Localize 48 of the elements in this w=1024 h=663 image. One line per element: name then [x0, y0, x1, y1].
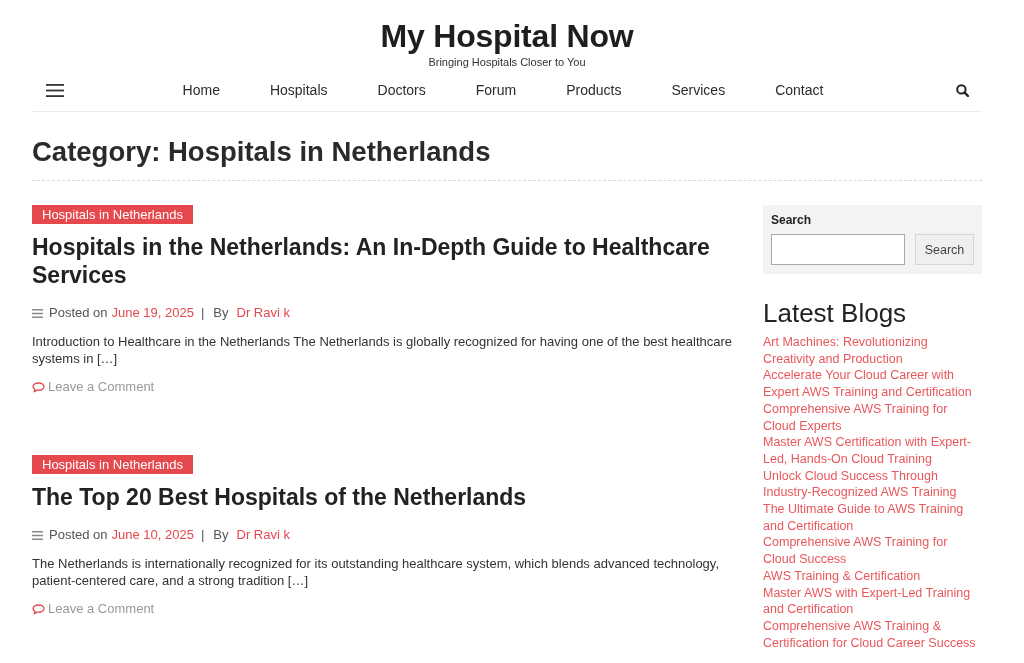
meta-separator: |: [200, 527, 205, 543]
category-tag[interactable]: Hospitals in Netherlands: [32, 205, 193, 224]
blog-link[interactable]: Unlock Cloud Success Through Industry-Recognized AWS Training: [763, 467, 982, 502]
author-link[interactable]: Dr Ravi k: [236, 305, 290, 321]
post-excerpt: The Netherlands is internationally recognized for its outstanding healthcare system, which blends advanced technology, patient-centered care, and a strong tradition […]: [32, 555, 720, 589]
site-title[interactable]: My Hospital Now: [380, 16, 634, 56]
category-tag[interactable]: Hospitals in Netherlands: [32, 455, 193, 474]
nav-link[interactable]: Doctors: [377, 81, 426, 99]
lines-icon: [32, 308, 43, 318]
post-date-link[interactable]: June 19, 2025: [111, 305, 194, 321]
meta-separator: |: [200, 305, 205, 321]
by-label: By: [213, 305, 229, 321]
blog-link[interactable]: Art Machines: Revolutionizing Creativity and Production: [763, 334, 982, 368]
post-excerpt: Introduction to Healthcare in the Netherlands The Netherlands is globally recognized for having one of the best healthcare systems in […]: [32, 333, 734, 367]
search-label: Search: [771, 213, 813, 227]
search-icon[interactable]: [956, 83, 969, 97]
blog-link[interactable]: Comprehensive AWS Training for Cloud Experts: [763, 400, 982, 435]
post-date-link[interactable]: June 10, 2025: [111, 527, 194, 543]
blog-link[interactable]: Master AWS Certification with Expert-Led, Hands-On Cloud Training: [763, 434, 982, 468]
search-button[interactable]: Search: [915, 234, 974, 265]
post-title[interactable]: The Top 20 Best Hospitals of the Netherlands: [32, 483, 735, 511]
nav-link[interactable]: Home: [182, 81, 220, 99]
nav-link[interactable]: Services: [671, 81, 726, 99]
nav-link[interactable]: Forum: [475, 81, 517, 99]
nav-link[interactable]: Contact: [775, 81, 824, 99]
blog-link[interactable]: Accelerate Your Cloud Career with Expert AWS Training and Certification: [763, 367, 982, 401]
comment-link[interactable]: Leave a Comment: [48, 601, 155, 617]
author-link[interactable]: Dr Ravi k: [236, 527, 290, 543]
posted-label: Posted on: [49, 305, 108, 321]
blog-link[interactable]: Comprehensive AWS Training & Certification for Cloud Career Success: [763, 617, 982, 652]
blog-link[interactable]: Master AWS with Expert-Led Training and Certification: [763, 584, 982, 618]
posted-label: Posted on: [49, 527, 108, 543]
site-tagline: Bringing Hospitals Closer to You: [428, 56, 586, 69]
post-title[interactable]: Hospitals in the Netherlands: An In-Depth Guide to Healthcare Services: [32, 233, 735, 289]
blog-link[interactable]: Comprehensive AWS Training for Cloud Success: [763, 534, 982, 568]
speech-bubble-icon: [32, 381, 45, 393]
menu-icon[interactable]: [46, 83, 64, 97]
speech-bubble-icon: [32, 603, 45, 615]
nav-link[interactable]: Products: [566, 81, 622, 99]
widget-heading: Latest Blogs: [763, 298, 908, 328]
blog-link[interactable]: The Ultimate Guide to AWS Training and Certification: [763, 501, 982, 535]
page-heading: Category: Hospitals in Netherlands: [32, 137, 982, 181]
search-field[interactable]: [771, 234, 905, 265]
blog-link[interactable]: AWS Training & Certification: [763, 567, 982, 585]
nav-link[interactable]: Hospitals: [269, 81, 328, 99]
comment-link[interactable]: Leave a Comment: [48, 379, 155, 395]
by-label: By: [213, 527, 229, 543]
lines-icon: [32, 530, 43, 540]
